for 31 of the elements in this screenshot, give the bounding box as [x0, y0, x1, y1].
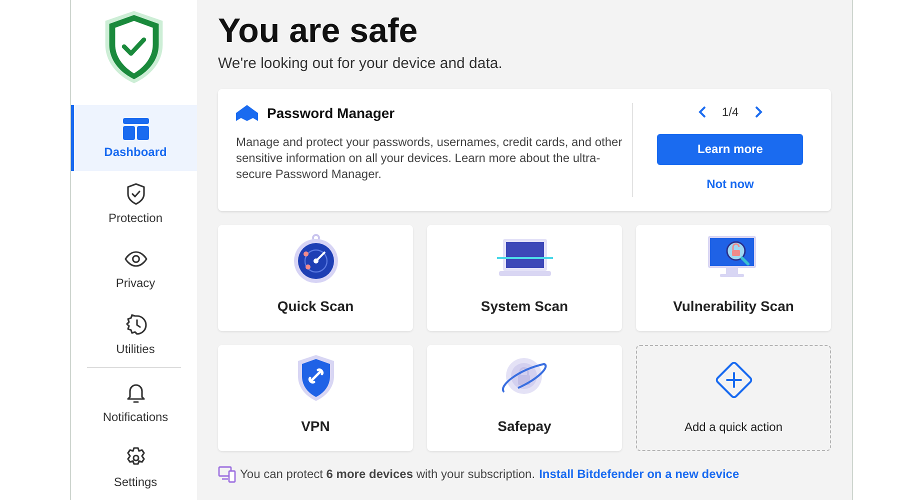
quick-action-tile[interactable]: System Scan — [427, 224, 622, 330]
quick-action-tile[interactable]: VPN — [218, 344, 413, 450]
nav-item[interactable]: Protection — [71, 170, 197, 236]
install-link[interactable]: Install Bitdefender on a new device — [539, 464, 740, 482]
page-subtitle: We're looking out for your device and data. — [218, 54, 504, 74]
quick-action-tile[interactable]: Safepay — [427, 344, 622, 450]
next-button[interactable] — [752, 106, 763, 118]
laptop-icon — [496, 236, 552, 278]
promo-text: Manage and protect your passwords, usernames, credit cards, and other sensitive information on all your devices. Learn more about the ultra-secure Password Manager. — [236, 134, 624, 182]
devices-icon — [218, 464, 236, 482]
previous-button[interactable] — [698, 106, 708, 118]
nav-item[interactable]: Utilities — [71, 301, 197, 366]
devices-notice: You can protect 6 more devices with your subscription. — [240, 466, 536, 482]
not-now-button[interactable]: Not now — [706, 174, 754, 192]
quick-action-tile[interactable]: Quick Scan — [218, 224, 413, 330]
gear-clock-icon — [124, 312, 148, 337]
chevron-left-icon — [698, 106, 708, 118]
chevron-right-icon — [752, 106, 763, 118]
dashboard-icon — [122, 118, 148, 140]
house-icon — [236, 105, 258, 121]
nav-item[interactable]: Privacy — [71, 236, 197, 302]
nav-item[interactable]: Notifications — [71, 369, 197, 435]
learn-more-button[interactable]: Learn more — [657, 134, 804, 164]
quick-action-tile[interactable]: Vulnerability Scan — [636, 224, 831, 330]
nav-item[interactable]: Dashboard — [71, 105, 197, 170]
add-action-tile[interactable]: Add a quick action — [636, 344, 831, 450]
promo-title: Password Manager — [267, 104, 395, 123]
page-title: You are safe — [218, 11, 419, 52]
shield-link-icon — [296, 354, 336, 402]
page-counter: 1/4 — [722, 104, 739, 120]
nav-item[interactable]: Settings — [71, 434, 197, 500]
